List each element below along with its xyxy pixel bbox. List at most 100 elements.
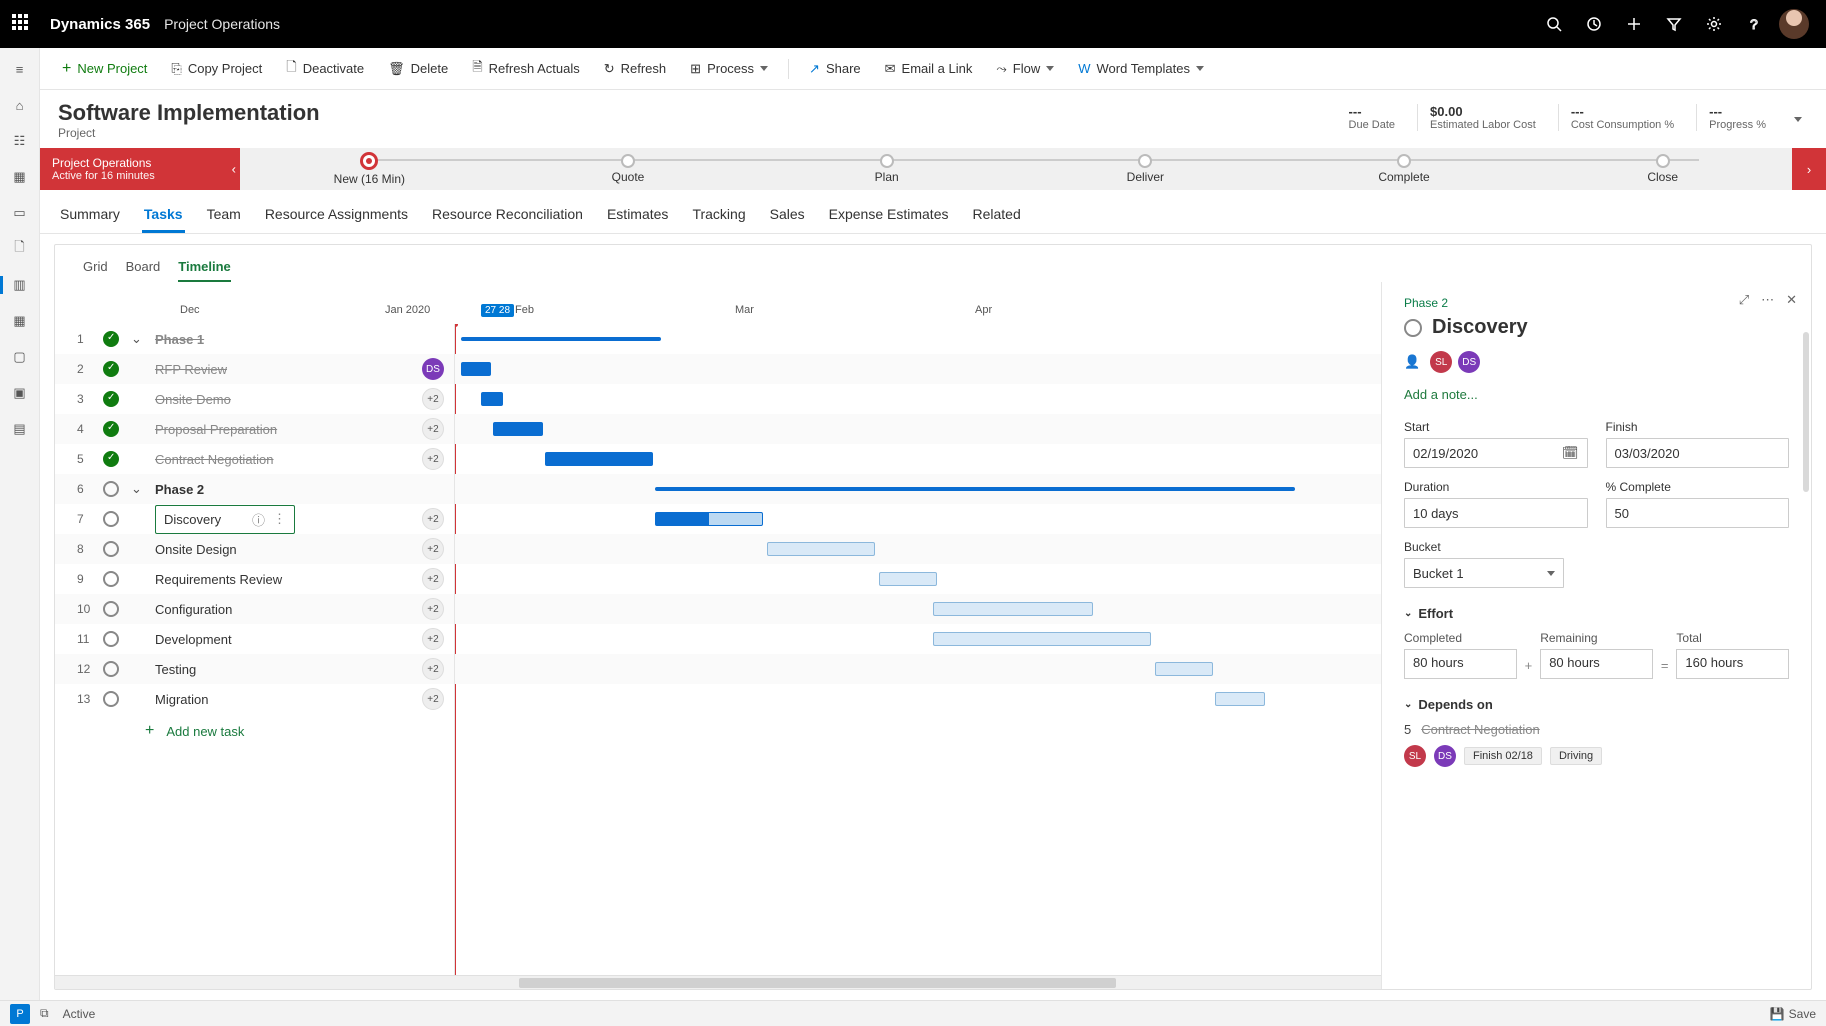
task-status-icon[interactable]: [103, 571, 119, 587]
gantt-bar[interactable]: [655, 512, 763, 526]
tab-sales[interactable]: Sales: [768, 200, 807, 233]
task-status-icon[interactable]: [103, 691, 119, 707]
task-status-icon[interactable]: [103, 391, 119, 407]
process-button[interactable]: ⊞Process: [680, 57, 778, 81]
task-status-icon[interactable]: [103, 421, 119, 437]
task-status-icon[interactable]: [103, 481, 119, 497]
task-row[interactable]: 11Development+2: [55, 624, 454, 654]
tab-resource-assignments[interactable]: Resource Assignments: [263, 200, 410, 233]
nav-item-6-icon[interactable]: ▤: [4, 416, 36, 442]
nav-item-5-icon[interactable]: ▣: [4, 380, 36, 406]
info-icon[interactable]: ⓘ: [252, 510, 265, 529]
gantt-bar[interactable]: [493, 422, 543, 436]
task-status-icon[interactable]: [103, 451, 119, 467]
filter-icon[interactable]: [1654, 4, 1694, 44]
assignee-count-badge[interactable]: +2: [422, 688, 444, 710]
task-row[interactable]: 6⌄Phase 2: [55, 474, 454, 504]
finish-input[interactable]: 03/03/2020: [1606, 438, 1790, 468]
tab-estimates[interactable]: Estimates: [605, 200, 670, 233]
assignee-count-badge[interactable]: +2: [422, 628, 444, 650]
task-status-ring[interactable]: [1404, 319, 1422, 337]
effort-total-input[interactable]: 160 hours: [1676, 649, 1789, 679]
task-row[interactable]: 5Contract Negotiation+2: [55, 444, 454, 474]
process-next-button[interactable]: ›: [1792, 148, 1826, 190]
share-button[interactable]: ↗Share: [799, 57, 871, 81]
stage-new[interactable]: New (16 Min): [240, 152, 499, 186]
calendar-icon[interactable]: 🗓: [1562, 445, 1579, 461]
close-icon[interactable]: ✕: [1786, 292, 1797, 308]
nav-item-4-icon[interactable]: ▢: [4, 344, 36, 370]
word-templates-button[interactable]: WWord Templates: [1068, 57, 1214, 80]
nav-item-2-icon[interactable]: 🗋: [4, 236, 36, 262]
people-icon[interactable]: 👤: [1404, 354, 1420, 370]
add-task-button[interactable]: +Add new task: [55, 714, 454, 748]
popout-icon[interactable]: ⧉: [40, 1006, 49, 1021]
header-expand-button[interactable]: [1788, 104, 1808, 131]
tab-expense-estimates[interactable]: Expense Estimates: [827, 200, 951, 233]
nav-item-1-icon[interactable]: ▭: [4, 200, 36, 226]
viewtab-board[interactable]: Board: [126, 255, 161, 282]
tab-tracking[interactable]: Tracking: [690, 200, 747, 233]
tab-tasks[interactable]: Tasks: [142, 200, 185, 233]
deactivate-button[interactable]: 🗋Deactivate: [276, 54, 374, 84]
detail-vscroll[interactable]: [1803, 332, 1809, 492]
app-launcher-icon[interactable]: [12, 14, 32, 34]
expand-icon[interactable]: ⌄: [131, 481, 143, 497]
user-avatar[interactable]: [1774, 4, 1814, 44]
assignee-count-badge[interactable]: +2: [422, 598, 444, 620]
gantt-bar[interactable]: [655, 487, 1295, 491]
task-status-icon[interactable]: [103, 361, 119, 377]
flow-button[interactable]: ⤳Flow: [986, 57, 1064, 81]
tab-resource-reconciliation[interactable]: Resource Reconciliation: [430, 200, 585, 233]
more-icon[interactable]: ⋮: [273, 511, 286, 527]
gantt-bar[interactable]: [481, 392, 503, 406]
dependency-row[interactable]: 5 Contract Negotiation: [1404, 722, 1789, 737]
task-row[interactable]: 13Migration+2: [55, 684, 454, 714]
task-status-icon[interactable]: [103, 601, 119, 617]
gantt-bar[interactable]: [933, 632, 1151, 646]
gantt-hscroll[interactable]: [55, 975, 1381, 989]
task-row[interactable]: 8Onsite Design+2: [55, 534, 454, 564]
settings-icon[interactable]: [1694, 4, 1734, 44]
assignee-count-badge[interactable]: +2: [422, 538, 444, 560]
assignee-sl[interactable]: SL: [1430, 351, 1452, 373]
task-row[interactable]: 9Requirements Review+2: [55, 564, 454, 594]
duration-input[interactable]: 10 days: [1404, 498, 1588, 528]
add-note-link[interactable]: Add a note...: [1404, 387, 1789, 402]
effort-section-header[interactable]: ⌄Effort: [1404, 606, 1789, 621]
help-icon[interactable]: ?: [1734, 4, 1774, 44]
refresh-actuals-button[interactable]: 🗎Refresh Actuals: [462, 54, 590, 84]
viewtab-grid[interactable]: Grid: [83, 255, 108, 282]
assignee-count-badge[interactable]: +2: [422, 388, 444, 410]
task-row[interactable]: 12Testing+2: [55, 654, 454, 684]
bucket-select[interactable]: Bucket 1: [1404, 558, 1564, 588]
process-flag[interactable]: Project Operations Active for 16 minutes…: [40, 148, 240, 190]
recent-icon[interactable]: ☷: [4, 128, 36, 154]
pct-complete-input[interactable]: 50: [1606, 498, 1790, 528]
email-link-button[interactable]: ✉Email a Link: [875, 57, 983, 81]
pinned-icon[interactable]: ▦: [4, 164, 36, 190]
expand-icon[interactable]: ⤢: [1739, 292, 1749, 308]
assignee-count-badge[interactable]: +2: [422, 418, 444, 440]
nav-item-3-icon[interactable]: ▦: [4, 308, 36, 334]
gantt-bar[interactable]: [461, 362, 491, 376]
task-status-icon[interactable]: [103, 541, 119, 557]
area-switcher-button[interactable]: P: [10, 1004, 30, 1024]
tab-team[interactable]: Team: [205, 200, 243, 233]
task-row[interactable]: 2RFP ReviewDS: [55, 354, 454, 384]
hamburger-icon[interactable]: ≡: [4, 56, 36, 82]
flag-collapse-icon[interactable]: ‹: [232, 162, 236, 177]
task-row[interactable]: 10Configuration+2: [55, 594, 454, 624]
effort-remaining-input[interactable]: 80 hours: [1540, 649, 1653, 679]
assignee-count-badge[interactable]: +2: [422, 448, 444, 470]
copy-project-button[interactable]: ⎘Copy Project: [161, 57, 272, 81]
assignee-count-badge[interactable]: +2: [422, 658, 444, 680]
home-icon[interactable]: ⌂: [4, 92, 36, 118]
tab-summary[interactable]: Summary: [58, 200, 122, 233]
gantt-bar[interactable]: [545, 452, 653, 466]
effort-completed-input[interactable]: 80 hours: [1404, 649, 1517, 679]
assignee-count-badge[interactable]: +2: [422, 568, 444, 590]
delete-button[interactable]: 🗑Delete: [378, 57, 458, 81]
expand-icon[interactable]: ⌄: [131, 331, 143, 347]
start-input[interactable]: 02/19/2020🗓: [1404, 438, 1588, 468]
